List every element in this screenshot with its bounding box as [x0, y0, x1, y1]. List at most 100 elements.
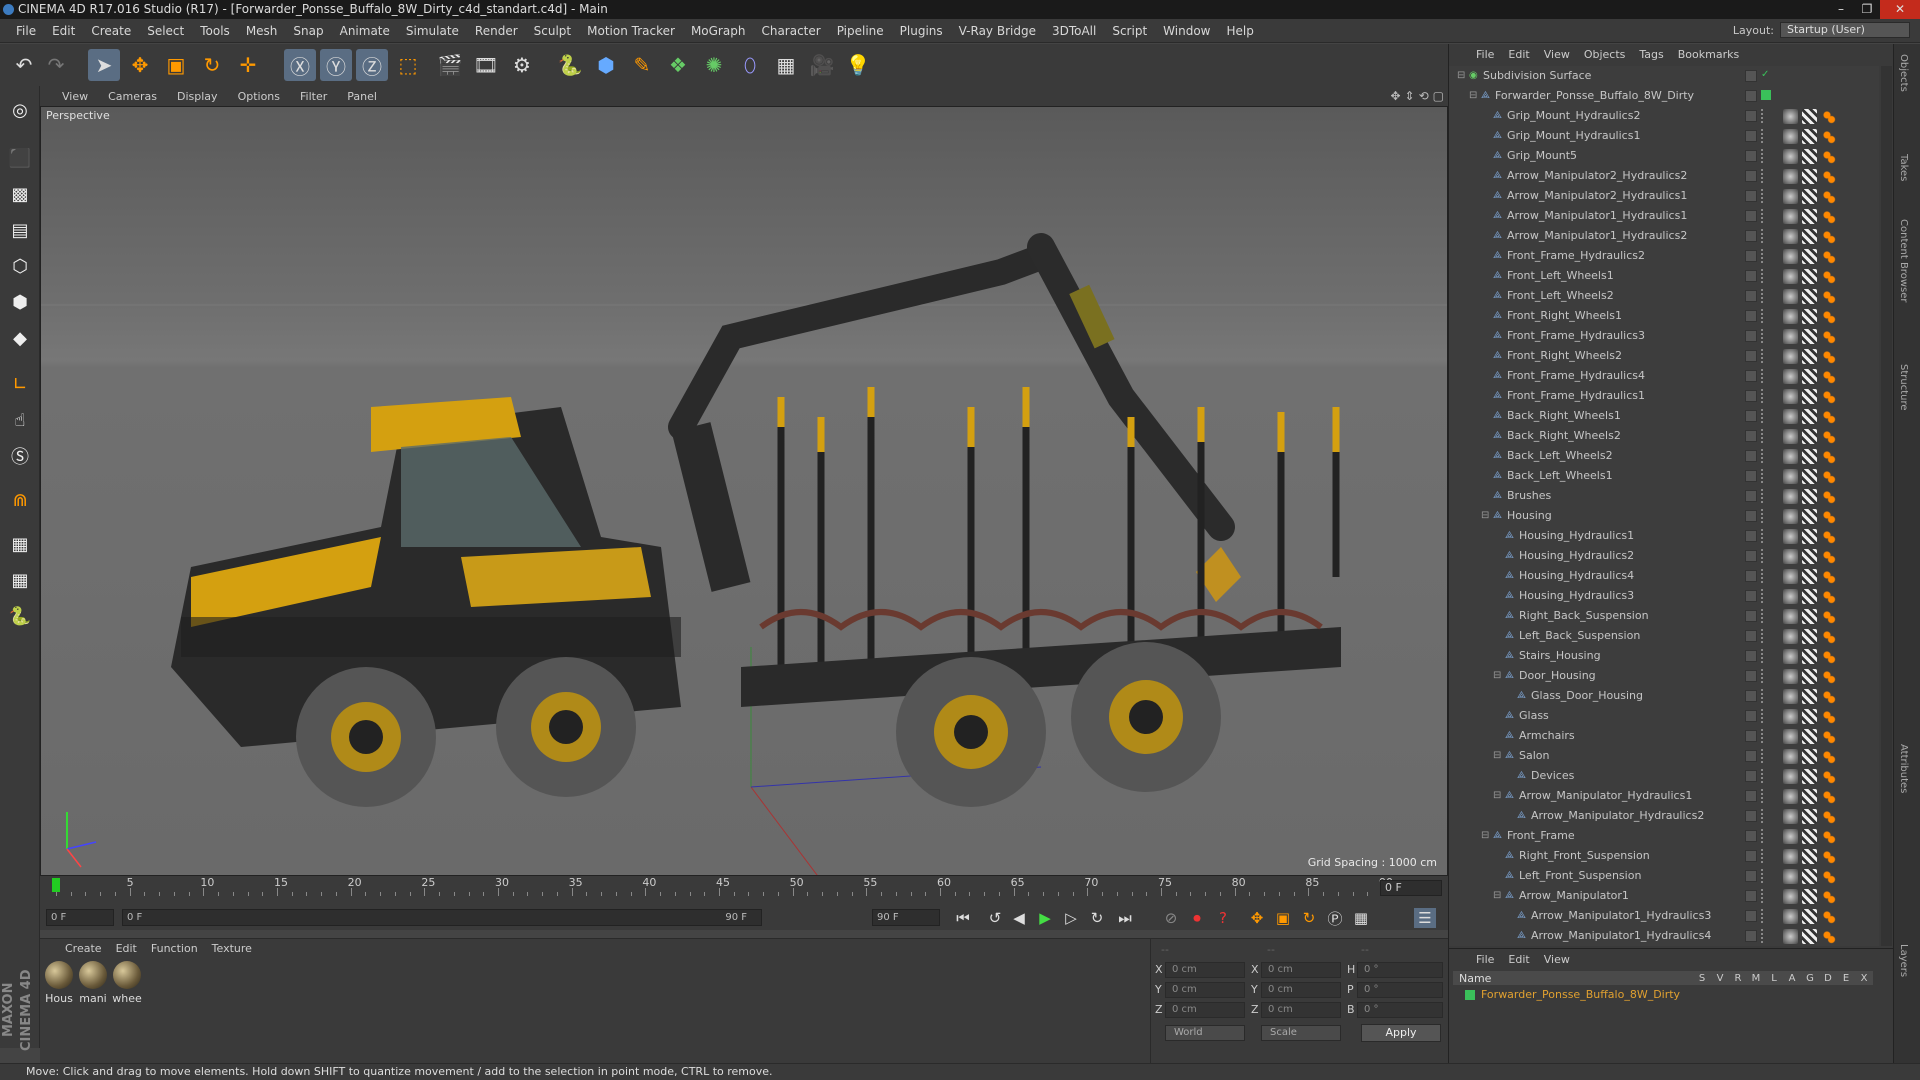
object-menu-edit[interactable]: Edit [1501, 48, 1536, 61]
tag-icon[interactable] [1802, 769, 1817, 784]
visibility-toggle[interactable] [1745, 250, 1757, 262]
workplane-icon[interactable]: ▤ [4, 214, 36, 246]
viewport-menu-display[interactable]: Display [167, 90, 228, 103]
object-row[interactable]: ⊟ ⟁ Salon [1449, 746, 1879, 766]
close-button[interactable]: ✕ [1880, 0, 1920, 19]
object-name[interactable]: Back_Left_Wheels1 [1507, 466, 1613, 486]
tag-icon[interactable] [1802, 489, 1817, 504]
tag-icon[interactable] [1783, 769, 1798, 784]
editor-render-dots[interactable] [1761, 169, 1766, 183]
tag-icon[interactable] [1821, 889, 1836, 904]
object-name[interactable]: Right_Front_Suspension [1519, 846, 1650, 866]
select-arrow-icon[interactable]: ➤ [88, 49, 120, 81]
object-name[interactable]: Left_Back_Suspension [1519, 626, 1640, 646]
visibility-toggle[interactable] [1745, 710, 1757, 722]
tag-icon[interactable] [1821, 589, 1836, 604]
object-name[interactable]: Arrow_Manipulator_Hydraulics1 [1519, 786, 1692, 806]
object-row[interactable]: ⟁ Front_Frame_Hydraulics4 [1449, 366, 1879, 386]
next-key-icon[interactable]: ↻ [1086, 908, 1108, 928]
layer-column-r[interactable]: R [1729, 973, 1747, 984]
python-icon[interactable]: 🐍 [554, 49, 586, 81]
z-axis-icon[interactable]: Ⓩ [356, 49, 388, 81]
object-row[interactable]: ⟁ Arrow_Manipulator2_Hydraulics2 [1449, 166, 1879, 186]
visibility-toggle[interactable] [1745, 330, 1757, 342]
object-name[interactable]: Brushes [1507, 486, 1551, 506]
menu-item-motion-tracker[interactable]: Motion Tracker [579, 19, 683, 43]
tag-icon[interactable] [1821, 209, 1836, 224]
menu-item-animate[interactable]: Animate [332, 19, 398, 43]
tag-icon[interactable] [1821, 929, 1836, 944]
editor-render-dots[interactable] [1761, 909, 1766, 923]
menu-item-sculpt[interactable]: Sculpt [526, 19, 579, 43]
collapse-toggle-icon[interactable]: ⊟ [1493, 671, 1503, 681]
object-name[interactable]: Front_Frame_Hydraulics4 [1507, 366, 1645, 386]
tag-icon[interactable] [1783, 549, 1798, 564]
pen-spline-icon[interactable]: ✎ [626, 49, 658, 81]
editor-render-dots[interactable] [1761, 669, 1766, 683]
object-name[interactable]: Forwarder_Ponsse_Buffalo_8W_Dirty [1495, 86, 1694, 106]
menu-item-3dtoall[interactable]: 3DToAll [1044, 19, 1104, 43]
editor-render-dots[interactable] [1761, 409, 1766, 423]
tag-icon[interactable] [1783, 909, 1798, 924]
editor-render-dots[interactable] [1761, 769, 1766, 783]
layer-column-v[interactable]: V [1711, 973, 1729, 984]
tag-icon[interactable] [1783, 309, 1798, 324]
tag-icon[interactable] [1802, 169, 1817, 184]
editor-render-dots[interactable] [1761, 929, 1766, 943]
editor-render-dots[interactable] [1761, 889, 1766, 903]
layer-menu-file[interactable]: File [1469, 953, 1501, 966]
tag-icon[interactable] [1802, 269, 1817, 284]
tag-icon[interactable] [1821, 709, 1836, 724]
object-row[interactable]: ⟁ Back_Right_Wheels1 [1449, 406, 1879, 426]
tag-icon[interactable] [1802, 709, 1817, 724]
playhead[interactable] [52, 878, 60, 892]
play-icon[interactable]: ▶ [1034, 908, 1056, 928]
visibility-toggle[interactable] [1745, 610, 1757, 622]
object-menu-bookmarks[interactable]: Bookmarks [1671, 48, 1746, 61]
collapse-toggle-icon[interactable]: ⊟ [1481, 831, 1491, 841]
scale-icon[interactable]: ▣ [160, 49, 192, 81]
texture-mode-icon[interactable]: ▩ [4, 178, 36, 210]
editor-render-dots[interactable] [1761, 829, 1766, 843]
editor-render-dots[interactable] [1761, 709, 1766, 723]
tag-icon[interactable] [1821, 529, 1836, 544]
tag-icon[interactable] [1783, 129, 1798, 144]
object-row[interactable]: ⟁ Right_Back_Suspension [1449, 606, 1879, 626]
menu-item-file[interactable]: File [8, 19, 44, 43]
tag-icon[interactable] [1821, 149, 1836, 164]
object-menu-objects[interactable]: Objects [1577, 48, 1633, 61]
menu-item-create[interactable]: Create [83, 19, 139, 43]
editor-render-dots[interactable] [1761, 869, 1766, 883]
collapse-toggle-icon[interactable]: ⊟ [1481, 511, 1491, 521]
tag-icon[interactable] [1821, 609, 1836, 624]
floor-icon[interactable]: ▦ [770, 49, 802, 81]
object-name[interactable]: Arrow_Manipulator1_Hydraulics2 [1507, 226, 1687, 246]
visibility-toggle[interactable] [1745, 790, 1757, 802]
snap-icon[interactable]: Ⓢ [4, 440, 36, 472]
tag-icon[interactable] [1802, 729, 1817, 744]
size-x-field[interactable]: 0 cm [1261, 962, 1341, 978]
object-row[interactable]: ⊟ ⟁ Forwarder_Ponsse_Buffalo_8W_Dirty [1449, 86, 1879, 106]
tag-icon[interactable] [1783, 209, 1798, 224]
object-row[interactable]: ⟁ Back_Right_Wheels2 [1449, 426, 1879, 446]
visibility-toggle[interactable] [1745, 730, 1757, 742]
object-name[interactable]: Devices [1531, 766, 1574, 786]
pan-icon[interactable]: ✥ [1390, 89, 1400, 103]
tag-icon[interactable] [1821, 489, 1836, 504]
layout-dropdown[interactable]: Startup (User) [1780, 22, 1910, 38]
visibility-toggle[interactable] [1745, 450, 1757, 462]
transform-icon[interactable]: ✛ [232, 49, 264, 81]
visibility-toggle[interactable] [1745, 670, 1757, 682]
tag-icon[interactable] [1821, 389, 1836, 404]
next-frame-icon[interactable]: ▷ [1060, 908, 1082, 928]
undo-icon[interactable]: ↶ [8, 49, 40, 81]
tag-icon[interactable] [1783, 889, 1798, 904]
object-row[interactable]: ⟁ Housing_Hydraulics4 [1449, 566, 1879, 586]
menu-item-character[interactable]: Character [753, 19, 828, 43]
tag-icon[interactable] [1783, 289, 1798, 304]
tag-icon[interactable] [1802, 669, 1817, 684]
visibility-toggle[interactable] [1745, 490, 1757, 502]
tag-icon[interactable] [1783, 869, 1798, 884]
tweak-mode-icon[interactable]: ☝ [4, 404, 36, 436]
editor-render-dots[interactable] [1761, 689, 1766, 703]
